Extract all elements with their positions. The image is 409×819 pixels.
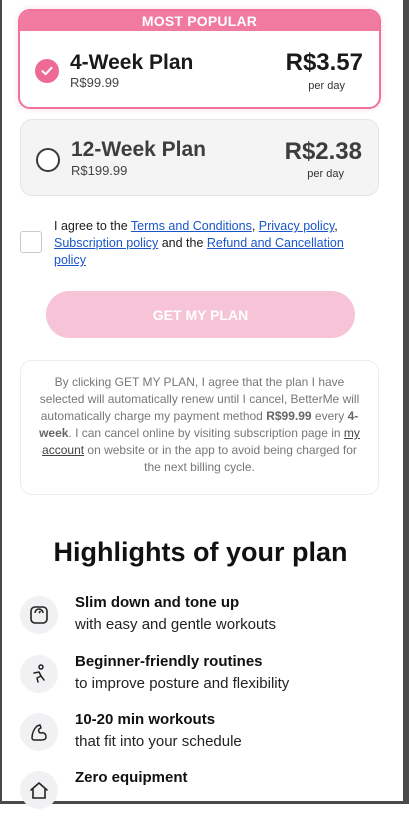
terms-text: on website or in the app to avoid being … — [84, 443, 357, 474]
highlight-subtitle: that fit into your schedule — [75, 733, 242, 750]
plan-original-price: R$99.99 — [70, 75, 120, 90]
plan-name: 4-Week Plan — [70, 51, 194, 74]
terms-text: every — [311, 409, 348, 423]
agreement-text: I agree to the Terms and Conditions, Pri… — [54, 218, 364, 269]
highlight-title: Slim down and tone up — [75, 594, 240, 611]
agree-checkbox[interactable] — [20, 231, 42, 253]
highlight-title: Beginner-friendly routines — [75, 653, 263, 670]
agreement-prefix: I agree to the — [54, 219, 131, 233]
highlight-title: Zero equipment — [75, 769, 188, 786]
highlight-subtitle: with easy and gentle workouts — [75, 616, 276, 633]
privacy-link[interactable]: Privacy policy — [259, 219, 334, 233]
highlight-item: Slim down and tone up with easy and gent… — [20, 594, 380, 644]
stretch-icon — [20, 655, 58, 693]
muscle-icon — [20, 713, 58, 751]
window-frame-right — [403, 0, 409, 804]
window-frame-left — [0, 0, 2, 804]
per-day-label: per day — [308, 80, 345, 92]
plan-daily-price: R$3.57 — [285, 49, 363, 76]
separator: , — [334, 219, 338, 233]
radio-button[interactable] — [36, 148, 60, 172]
separator: and the — [158, 236, 207, 250]
home-icon — [20, 771, 58, 809]
subscription-link[interactable]: Subscription policy — [54, 236, 158, 250]
terms-link[interactable]: Terms and Conditions — [131, 219, 252, 233]
highlight-item: Zero equipment — [20, 769, 380, 819]
highlights-title: Highlights of your plan — [53, 537, 348, 567]
billing-terms-box: By clicking GET MY PLAN, I agree that th… — [20, 360, 379, 495]
terms-price: R$99.99 — [266, 409, 312, 423]
plan-card-12-week[interactable]: 12-Week Plan R$199.99 R$2.38 per day — [20, 119, 379, 196]
plan-original-price: R$199.99 — [71, 163, 128, 178]
most-popular-banner: MOST POPULAR — [20, 11, 379, 31]
plan-name: 12-Week Plan — [71, 138, 207, 161]
highlight-item: Beginner-friendly routines to improve po… — [20, 653, 380, 703]
scale-icon — [20, 596, 58, 634]
checkmark-icon[interactable] — [35, 59, 59, 83]
plan-card-4-week[interactable]: MOST POPULAR 4-Week Plan R$99.99 R$3.57 … — [18, 9, 381, 109]
terms-text: . I can cancel online by visiting subscr… — [68, 426, 344, 440]
get-my-plan-button[interactable]: GET MY PLAN — [46, 291, 355, 338]
highlight-item: 10-20 min workouts that fit into your sc… — [20, 711, 380, 761]
per-day-label: per day — [307, 168, 344, 180]
separator: , — [251, 219, 259, 233]
plan-daily-price: R$2.38 — [284, 138, 362, 165]
highlight-subtitle: to improve posture and flexibility — [75, 675, 290, 692]
highlight-title: 10-20 min workouts — [75, 711, 216, 728]
